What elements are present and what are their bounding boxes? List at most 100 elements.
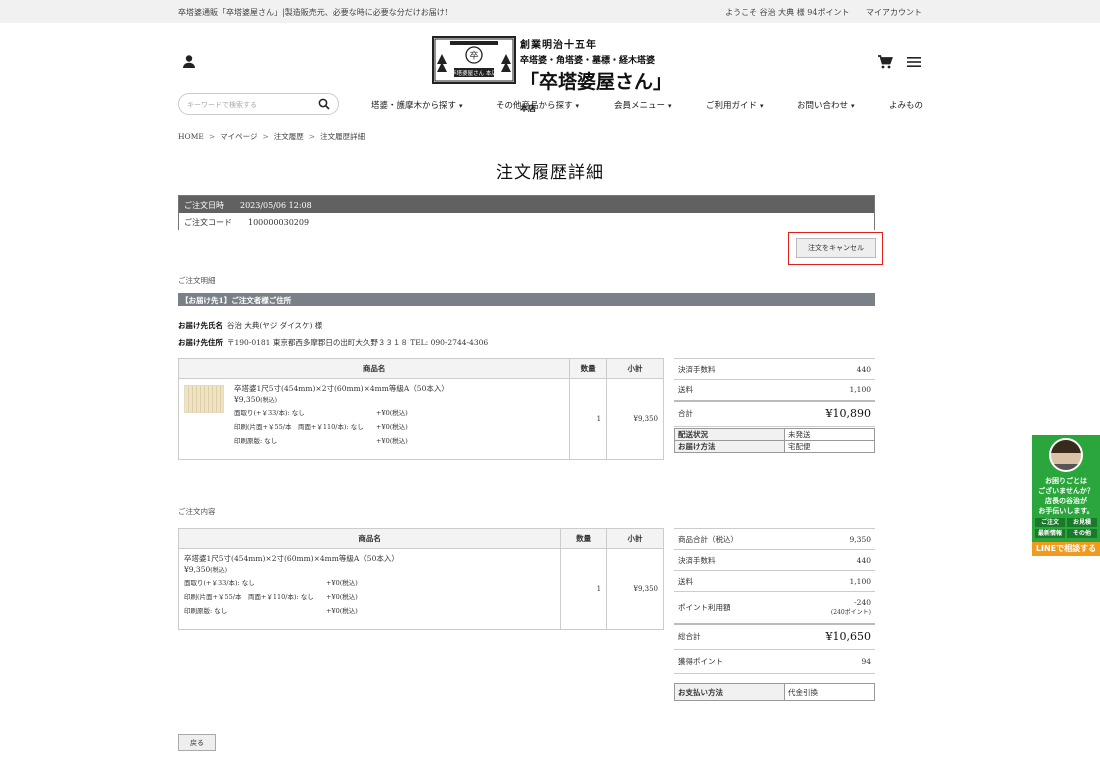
product-option: 面取り(+￥33/本): なし +¥0(税込) [234, 409, 408, 417]
cart-icon[interactable] [876, 53, 894, 71]
order-info-box: ご注文日時 2023/05/06 12:08 ご注文コード 100000030209 [178, 195, 875, 230]
summary-table-1: 決済手数料 440 送料 1,100 合計 ¥10,890 [674, 358, 875, 427]
logo-line-1: 創業明治十五年 [520, 40, 597, 51]
side-other-button[interactable]: その他 [1067, 529, 1097, 538]
site-logo[interactable]: 卒 卒塔婆屋さん 本店 創業明治十五年 卒塔婆・角塔婆・墓標・経木塔婆 「卒塔婆… [432, 36, 672, 113]
order-date-value: 2023/05/06 12:08 [240, 201, 312, 210]
search-box [178, 93, 339, 115]
grand-total-label: 総合計 [674, 622, 787, 650]
destination-address-value: 〒190-0181 東京都西多摩郡日の出町大久野３３１８ TEL: 090-27… [227, 338, 489, 347]
chevron-down-icon: ▾ [459, 102, 463, 110]
shipping-label: 送料 [674, 570, 787, 592]
order-code-row: ご注文コード 100000030209 [179, 213, 874, 230]
section-order-content-label: ご注文内容 [178, 507, 216, 516]
header-qty: 数量 [569, 358, 608, 379]
product-option: 印刷(片面+￥55/本 両面+￥110/本): なし +¥0(税込) [184, 593, 358, 601]
payment-method-label: お支払い方法 [674, 683, 785, 701]
item-qty: 1 [569, 378, 608, 460]
product-name[interactable]: 卒塔婆1尺5寸(454mm)×2寸(60mm)×4mm等級A（50本入） [184, 553, 555, 564]
items-table-2: 商品名 数量 小計 卒塔婆1尺5寸(454mm)×2寸(60mm)×4mm等級A… [177, 528, 664, 630]
nav-item-member-menu[interactable]: 会員メニュー ▾ [614, 99, 672, 111]
search-input[interactable] [187, 98, 307, 111]
side-news-button[interactable]: 最新情報 [1035, 529, 1065, 538]
hamburger-menu-icon[interactable] [905, 53, 923, 71]
back-button[interactable]: 戻る [178, 734, 216, 751]
delivery-status-table: 配送状況 未発送 お届け方法 宅配便 [674, 428, 875, 453]
product-name[interactable]: 卒塔婆1尺5寸(454mm)×2寸(60mm)×4mm等級A（50本入） [234, 383, 449, 394]
section-order-details-label: ご注文明細 [178, 276, 216, 285]
items-total-label: 商品合計（税込） [674, 528, 787, 550]
payment-table: お支払い方法 代金引換 [674, 683, 875, 701]
search-icon[interactable] [318, 98, 330, 110]
product-option: 印刷(片面+￥55/本 両面+￥110/本): なし +¥0(税込) [234, 423, 408, 431]
header-subtotal: 小計 [606, 528, 664, 549]
delivery-method-label: お届け方法 [674, 440, 785, 453]
destination-name: お届け先氏名 谷治 大典(ヤジ ダイスケ) 様 [178, 320, 322, 331]
header-product: 商品名 [177, 358, 571, 379]
grand-total-value: ¥10,650 [786, 622, 875, 650]
total-value: ¥10,890 [766, 399, 875, 427]
chevron-down-icon: ▾ [668, 102, 672, 110]
product-option: 印刷原版: なし +¥0(税込) [184, 607, 358, 615]
page-title: 注文履歴詳細 [496, 163, 604, 183]
fee-label: 決済手数料 [674, 549, 787, 571]
item-subtotal: ¥9,350 [606, 548, 664, 630]
items-table-1: 商品名 数量 小計 卒塔婆1尺5寸(454mm)×2寸(60mm)×4mm等級A… [177, 358, 664, 460]
nav-label: その他商品から探す [496, 101, 573, 111]
my-account-link[interactable]: マイアカウント [866, 8, 922, 17]
logo-emblem-char: 卒 [469, 50, 478, 62]
nav-item-toba[interactable]: 塔婆・護摩木から探す ▾ [371, 99, 463, 111]
destination-name-label: お届け先氏名 [178, 321, 223, 330]
breadcrumb: HOME > マイページ > 注文履歴 > 注文履歴詳細 [178, 132, 366, 141]
breadcrumb-mypage[interactable]: マイページ [220, 132, 257, 141]
nav-item-other-products[interactable]: その他商品から探す ▾ [496, 99, 579, 111]
nav-item-guide[interactable]: ご利用ガイド ▾ [706, 99, 764, 111]
nav-item-reading[interactable]: よみもの [889, 99, 923, 111]
product-thumbnail[interactable] [184, 385, 224, 413]
user-icon[interactable] [180, 53, 198, 71]
item-subtotal: ¥9,350 [606, 378, 664, 460]
side-help-banner[interactable]: お困りごとは ございませんか？ 店長の谷治が お手伝いします。 ご注文 お見積 … [1032, 435, 1100, 556]
table-row: 卒塔婆1尺5寸(454mm)×2寸(60mm)×4mm等級A（50本入） ¥9,… [177, 548, 664, 630]
delivery-status-label: 配送状況 [674, 428, 785, 441]
order-code-label: ご注文コード [184, 218, 232, 227]
breadcrumb-home[interactable]: HOME [178, 132, 204, 141]
header-product: 商品名 [177, 528, 562, 549]
side-estimate-button[interactable]: お見積 [1067, 518, 1097, 527]
product-price: ¥9,350(税込) [184, 565, 227, 574]
destination-bar: 【お届け先1】ご注文者様ご住所 [178, 293, 875, 306]
side-banner-text: お困りごとは ございませんか？ 店長の谷治が お手伝いします。 [1038, 477, 1094, 515]
shop-manager-avatar [1049, 438, 1083, 472]
header-subtotal: 小計 [606, 358, 664, 379]
breadcrumb-order-history[interactable]: 注文履歴 [274, 132, 304, 141]
line-consult-button[interactable]: LINEで相談する [1032, 542, 1100, 556]
destination-name-value: 谷治 大典(ヤジ ダイスケ) 様 [227, 321, 323, 330]
items-total-value: 9,350 [786, 528, 875, 550]
shipping-value: 1,100 [786, 570, 875, 592]
points-used-label: ポイント利用額 [674, 591, 787, 624]
delivery-status-value: 未発送 [784, 428, 875, 441]
summary-table-2: 商品合計（税込） 9,350 決済手数料 440 送料 1,100 ポイント利用額 -2… [674, 528, 875, 674]
order-code-value: 100000030209 [248, 218, 310, 227]
chevron-down-icon: ▾ [851, 102, 855, 110]
total-label: 合計 [674, 399, 767, 427]
nav-label: お問い合わせ [797, 101, 849, 111]
cancel-order-button[interactable]: 注文をキャンセル [796, 238, 876, 258]
logo-line-2: 卒塔婆・角塔婆・墓標・経木塔婆 [520, 56, 656, 66]
product-option: 面取り(+￥33/本): なし +¥0(税込) [184, 579, 358, 587]
header-qty: 数量 [560, 528, 608, 549]
nav-item-contact[interactable]: お問い合わせ ▾ [797, 99, 855, 111]
side-banner-buttons: ご注文 お見積 最新情報 その他 [1035, 518, 1097, 538]
earned-points-label: 獲得ポイント [674, 649, 787, 674]
side-order-button[interactable]: ご注文 [1035, 518, 1065, 527]
product-price: ¥9,350(税込) [234, 395, 277, 404]
site-tagline: 卒塔婆通販「卒塔婆屋さん」|製造販売元、必要な時に必要な分だけお届け! [178, 8, 448, 17]
payment-method-value: 代金引換 [784, 683, 875, 701]
user-links: ようこそ 谷治 大典 様 94ポイント マイアカウント [711, 7, 922, 18]
top-bar: 卒塔婆通販「卒塔婆屋さん」|製造販売元、必要な時に必要な分だけお届け! ようこそ… [0, 0, 1100, 23]
points-used-value: -240 (240ポイント) [786, 591, 875, 624]
product-option: 印刷原版: なし +¥0(税込) [234, 437, 408, 445]
logo-emblem-label: 卒塔婆屋さん 本店 [451, 69, 497, 77]
order-date-label: ご注文日時 [184, 201, 224, 210]
chevron-down-icon: ▾ [760, 102, 764, 110]
